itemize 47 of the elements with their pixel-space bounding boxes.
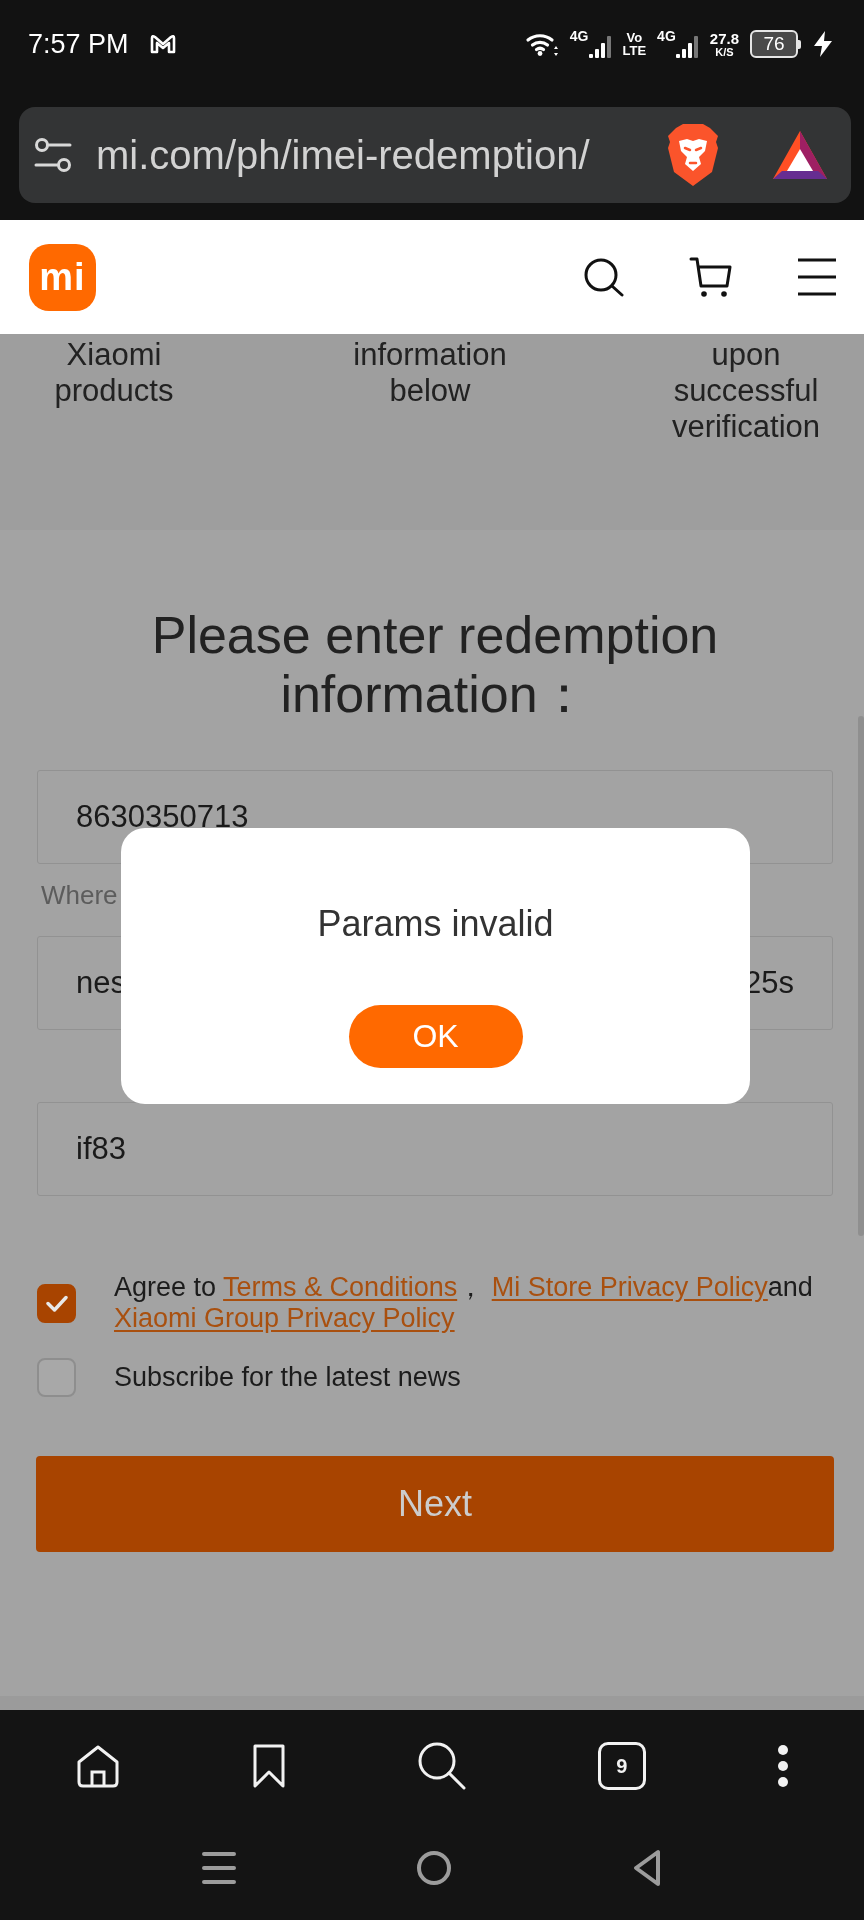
cart-icon[interactable] <box>689 256 733 298</box>
step-text: information below <box>352 337 508 409</box>
home-icon[interactable] <box>75 1743 122 1789</box>
triangle-icon[interactable] <box>772 130 828 180</box>
search-icon[interactable] <box>583 257 625 297</box>
data-speed: 27.8 <box>709 30 739 46</box>
next-button[interactable]: Next <box>36 1456 834 1552</box>
menu-icon[interactable] <box>202 1851 236 1885</box>
logo[interactable]: mi <box>29 243 96 311</box>
checkbox-label: Agree to Terms & Conditions， Mi Store Privacy Policyand Xiaomi Group Privacy Policy <box>114 1272 814 1334</box>
checkbox-label: Subscribe for the latest news <box>114 1362 461 1393</box>
volte-label: LTE <box>622 44 647 57</box>
charging-bolt-icon <box>812 30 834 58</box>
signal-icon <box>587 35 612 59</box>
link[interactable]: Mi Store Privacy Policy <box>491 1272 768 1302</box>
checkbox[interactable] <box>37 1284 76 1323</box>
bookmark-icon[interactable] <box>252 1743 287 1789</box>
checkbox[interactable] <box>37 1358 76 1397</box>
form-heading: Please enter redemption information： <box>150 606 720 724</box>
menu-icon[interactable] <box>797 258 837 296</box>
volte-label: Vo <box>626 31 643 44</box>
wifi-icon <box>524 31 559 57</box>
circle-icon[interactable] <box>416 1850 452 1886</box>
lion-shield-icon[interactable] <box>666 124 720 186</box>
url-text[interactable]: mi.com/ph/imei-redemption/ <box>96 131 666 179</box>
address-bar[interactable]: mi.com/ph/imei-redemption/ <box>19 107 851 203</box>
signal-icon <box>674 35 699 59</box>
step-text: Xiaomi products <box>53 337 175 409</box>
step-text: upon successful verification <box>670 337 822 445</box>
tabs-button[interactable]: 9 <box>597 1742 646 1790</box>
link[interactable]: Terms & Conditions <box>223 1272 458 1302</box>
link[interactable]: Xiaomi Group Privacy Policy <box>114 1303 455 1333</box>
sliders-icon[interactable] <box>34 137 72 173</box>
status-time: 7:57 PM <box>28 28 129 60</box>
checkmark-icon <box>45 1295 68 1312</box>
speed-unit: K/S <box>715 45 734 58</box>
dialog-message: Params invalid <box>317 902 554 946</box>
search-icon[interactable] <box>417 1741 467 1791</box>
battery-percentage: 76 <box>763 34 785 54</box>
network-type: 4G <box>569 29 589 44</box>
mail-icon <box>148 33 177 55</box>
more-icon[interactable] <box>776 1744 789 1788</box>
help-text: Where <box>41 880 118 910</box>
back-icon[interactable] <box>632 1849 662 1887</box>
ok-button[interactable]: OK <box>348 1005 523 1068</box>
input-field[interactable]: if83 <box>37 1102 833 1196</box>
network-type: 4G <box>657 29 676 44</box>
